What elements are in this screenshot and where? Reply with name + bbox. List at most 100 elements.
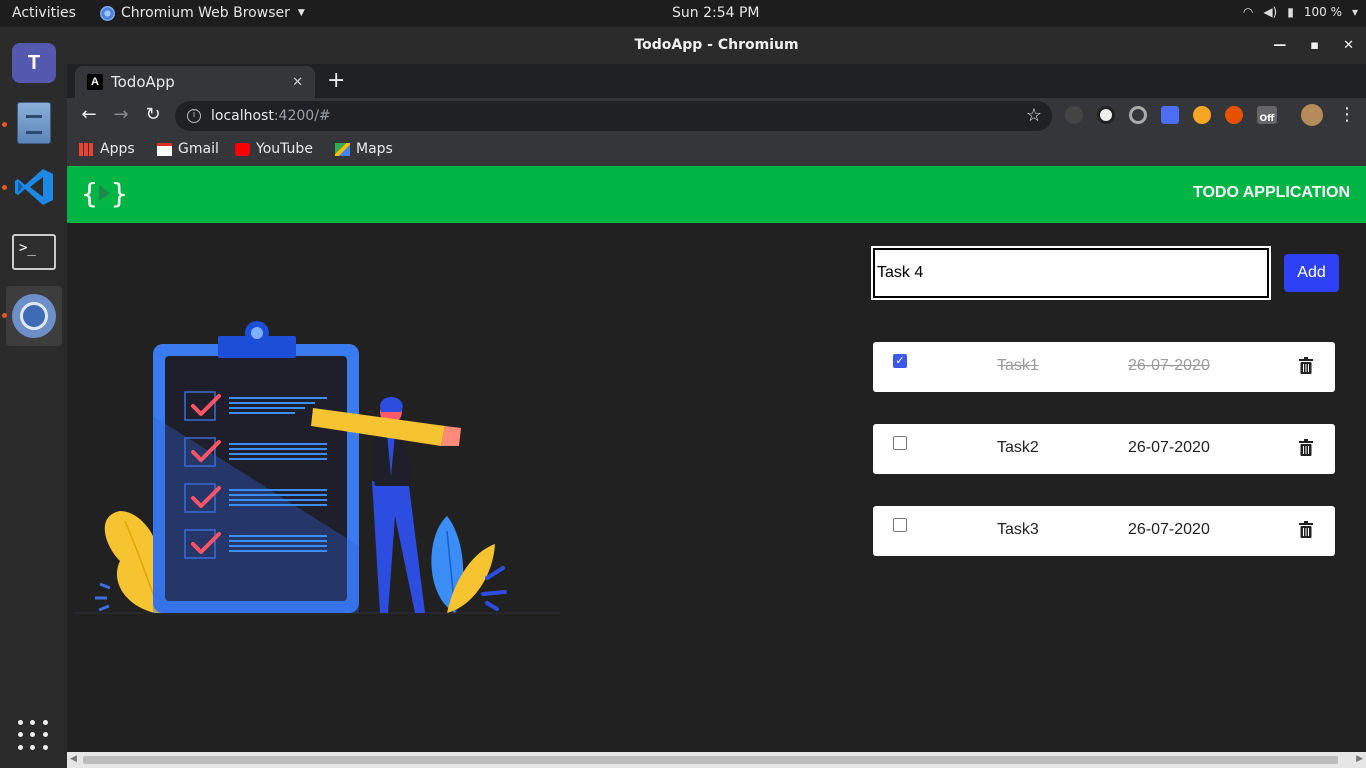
task-date: 26-07-2020 xyxy=(1128,439,1210,456)
running-indicator xyxy=(2,185,7,190)
play-icon xyxy=(98,185,110,201)
back-icon[interactable]: ← xyxy=(77,104,101,125)
window-titlebar[interactable]: TodoApp - Chromium — ▪ ✕ xyxy=(67,27,1366,64)
bookmarks-bar: Apps Gmail YouTube Maps xyxy=(67,134,1366,166)
maximize-icon[interactable]: ▪ xyxy=(1310,27,1319,64)
tab-todoapp[interactable]: A TodoApp ✕ xyxy=(75,66,315,98)
files-icon xyxy=(17,102,51,144)
show-applications-button[interactable] xyxy=(17,719,49,751)
horizontal-scrollbar[interactable]: ◀ ▶ xyxy=(67,752,1366,768)
address-bar[interactable]: i localhost:4200/# ☆ xyxy=(175,101,1052,131)
url-path: :4200/# xyxy=(273,108,331,124)
task-name: Task1 xyxy=(997,357,1039,374)
clock[interactable]: Sun 2:54 PM xyxy=(672,5,760,21)
browser-toolbar: ← → ↻ i localhost:4200/# ☆ Off ⋮ xyxy=(67,98,1366,134)
chromium-icon xyxy=(100,5,115,21)
add-task-button[interactable]: Add xyxy=(1284,254,1339,292)
extension-icon[interactable] xyxy=(1193,106,1211,124)
task-date: 26-07-2020 xyxy=(1128,521,1210,538)
extension-icon[interactable] xyxy=(1065,106,1083,124)
running-indicator xyxy=(2,122,7,127)
trash-icon[interactable] xyxy=(1299,521,1313,538)
bookmark-star-icon[interactable]: ☆ xyxy=(1026,105,1042,126)
forward-icon[interactable]: → xyxy=(109,104,133,125)
dock-vscode[interactable] xyxy=(6,159,62,215)
logo-brace: { xyxy=(81,176,98,210)
bookmark-label: Apps xyxy=(100,141,135,157)
angular-icon: A xyxy=(87,74,103,90)
bookmark-label: YouTube xyxy=(256,141,313,157)
task-date: 26-07-2020 xyxy=(1128,357,1210,374)
tab-title: TodoApp xyxy=(111,73,175,91)
browser-window: TodoApp - Chromium — ▪ ✕ A TodoApp ✕ + ←… xyxy=(67,27,1366,768)
system-top-bar: Activities Chromium Web Browser ▼ Sun 2:… xyxy=(0,0,1366,27)
scroll-left-icon[interactable]: ◀ xyxy=(70,754,77,764)
dock-files[interactable] xyxy=(6,95,62,151)
activities-button[interactable]: Activities xyxy=(12,5,76,21)
minimize-icon[interactable]: — xyxy=(1273,27,1286,64)
app-title: TODO APPLICATION xyxy=(1192,184,1350,201)
battery-icon: ▮ xyxy=(1287,5,1294,19)
chevron-down-icon: ▾ xyxy=(1351,5,1358,19)
wifi-icon: ◠ xyxy=(1242,5,1254,19)
volume-icon: ◀) xyxy=(1263,5,1278,19)
task-item: ✓ Task1 26-07-2020 xyxy=(873,342,1335,392)
battery-level: 100 % xyxy=(1303,5,1342,19)
bookmark-youtube[interactable]: YouTube xyxy=(235,141,313,157)
app-header: { } TODO APPLICATION xyxy=(67,166,1366,223)
close-icon[interactable]: ✕ xyxy=(1343,27,1354,64)
menu-icon[interactable]: ⋮ xyxy=(1335,104,1359,125)
task-input[interactable] xyxy=(871,246,1271,300)
task-checkbox[interactable] xyxy=(893,436,907,450)
dock-terminal[interactable]: >_ xyxy=(6,224,62,280)
trash-icon[interactable] xyxy=(1299,439,1313,456)
trash-icon[interactable] xyxy=(1299,357,1313,374)
running-indicator xyxy=(2,313,7,318)
task-item: Task3 26-07-2020 xyxy=(873,506,1335,556)
bookmark-label: Maps xyxy=(356,141,393,157)
system-tray[interactable]: ◠ ◀) ▮ 100 % ▾ xyxy=(1243,5,1358,19)
task-checkbox[interactable] xyxy=(893,518,907,532)
app-menu-label: Chromium Web Browser xyxy=(121,5,290,21)
task-name: Task2 xyxy=(997,439,1039,456)
apps-grid-icon xyxy=(79,142,94,156)
task-name: Task3 xyxy=(997,521,1039,538)
url-host: localhost xyxy=(211,108,274,124)
maps-icon xyxy=(335,142,350,156)
document-extension-icon[interactable] xyxy=(1161,106,1179,124)
logo-brace: } xyxy=(110,176,128,210)
bookmark-maps[interactable]: Maps xyxy=(335,141,393,157)
tab-strip: A TodoApp ✕ + xyxy=(67,64,1366,98)
gmail-icon xyxy=(157,142,172,156)
window-title: TodoApp - Chromium xyxy=(634,37,799,53)
off-badge-extension[interactable]: Off xyxy=(1257,106,1277,124)
chromium-icon xyxy=(12,294,56,338)
vscode-icon xyxy=(15,169,53,205)
web-page: { } TODO APPLICATION Task 4 Add ✓ Task1 … xyxy=(67,166,1366,752)
avatar[interactable] xyxy=(1301,104,1323,126)
terminal-icon: >_ xyxy=(12,234,56,270)
dock-teams[interactable]: T xyxy=(6,35,62,91)
task-checkbox[interactable]: ✓ xyxy=(893,354,907,368)
dock: T >_ xyxy=(0,27,67,768)
dock-chromium[interactable] xyxy=(6,286,62,346)
scroll-right-icon[interactable]: ▶ xyxy=(1356,754,1363,764)
task-item: Task2 26-07-2020 xyxy=(873,424,1335,474)
tab-close-icon[interactable]: ✕ xyxy=(292,75,303,90)
new-tab-button[interactable]: + xyxy=(327,68,345,93)
youtube-icon xyxy=(235,142,250,156)
circle-extension-icon[interactable] xyxy=(1129,106,1147,124)
github-icon[interactable] xyxy=(1097,106,1115,124)
bookmark-apps[interactable]: Apps xyxy=(79,141,135,157)
caret-down-icon: ▼ xyxy=(297,8,305,18)
info-icon[interactable]: i xyxy=(187,109,201,123)
reload-icon[interactable]: ↻ xyxy=(141,104,165,125)
bookmark-label: Gmail xyxy=(178,141,219,157)
app-menu[interactable]: Chromium Web Browser ▼ xyxy=(100,5,305,21)
app-logo[interactable]: { } xyxy=(81,176,128,210)
teams-icon: T xyxy=(12,43,56,83)
todo-clipboard-illustration xyxy=(75,321,560,614)
extension-icon[interactable] xyxy=(1225,106,1243,124)
scrollbar-thumb[interactable] xyxy=(83,756,1338,764)
bookmark-gmail[interactable]: Gmail xyxy=(157,141,219,157)
